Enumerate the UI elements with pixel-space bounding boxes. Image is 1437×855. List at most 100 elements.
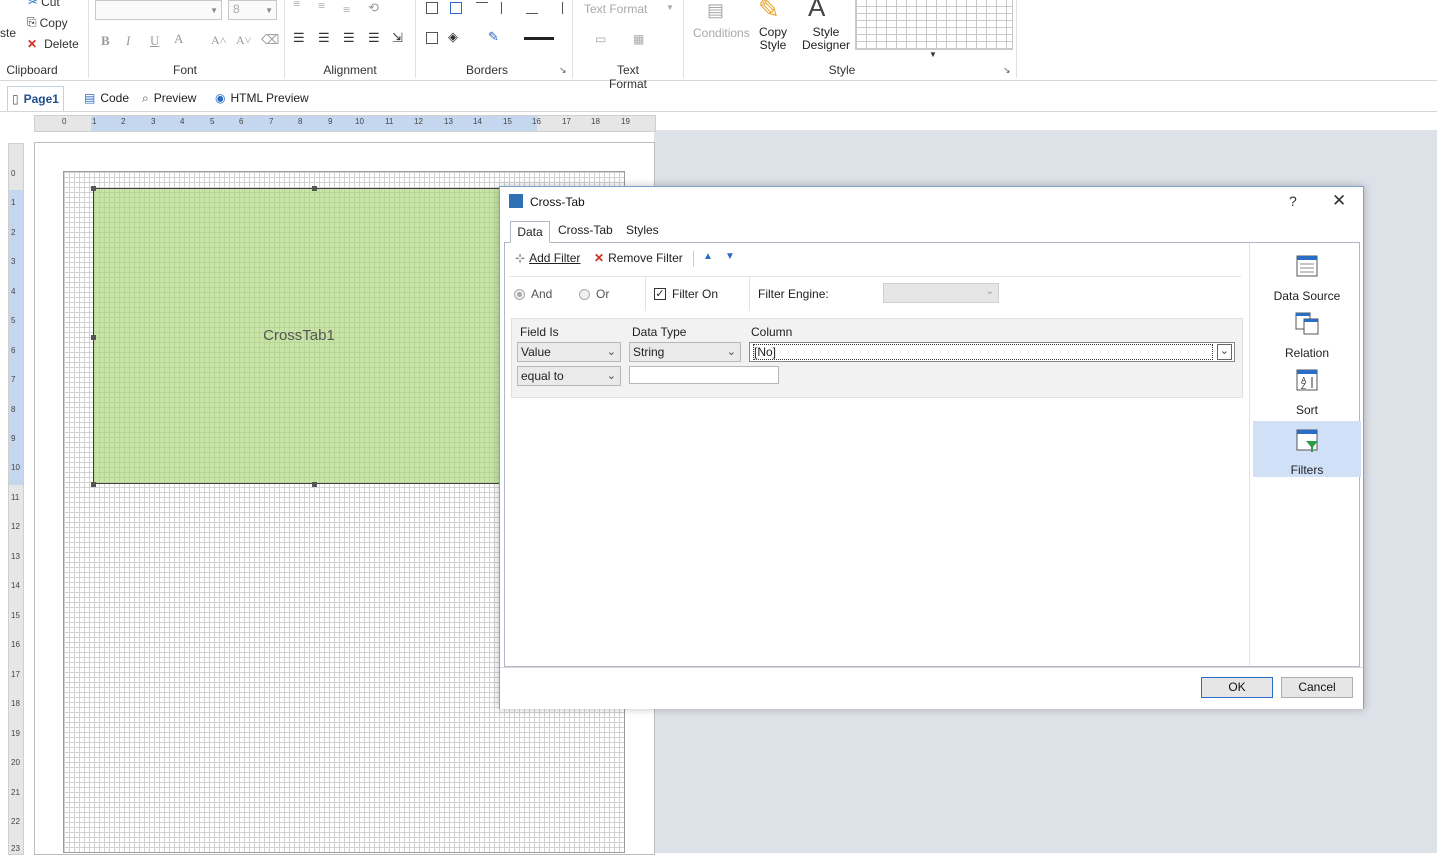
move-down-icon[interactable]: ▼	[725, 251, 735, 262]
borders-group-label: Borders	[465, 63, 509, 77]
dialog-footer: OK Cancel	[500, 667, 1363, 709]
conditions-icon: ▤	[707, 0, 725, 20]
filter-value-input[interactable]	[629, 366, 779, 384]
left-border-icon[interactable]	[501, 2, 513, 14]
tab-html-preview[interactable]: ◉ HTML Preview	[215, 86, 309, 110]
no-border-icon[interactable]	[450, 2, 462, 14]
rotate-icon[interactable]: ⟲	[368, 0, 379, 16]
top-border-icon[interactable]	[476, 2, 488, 14]
remove-filter-button[interactable]: ✕ Remove Filter	[594, 251, 683, 265]
radio-icon	[514, 288, 525, 300]
side-item-data-source[interactable]: Data Source	[1253, 253, 1361, 309]
grow-font-icon[interactable]: A˄	[211, 33, 226, 48]
font-size-combo[interactable]: 8 ▼	[228, 0, 277, 20]
resize-handle[interactable]	[312, 482, 317, 487]
relation-icon	[1295, 312, 1319, 335]
side-item-filters[interactable]: Filters	[1253, 421, 1361, 477]
ruler-label: 19	[621, 117, 630, 126]
move-up-icon[interactable]: ▲	[703, 251, 713, 262]
horizontal-ruler: 0 1 2 3 4 5 6 7 8 9 10 11 12 13 14 15 16…	[34, 115, 656, 132]
resize-handle[interactable]	[91, 482, 96, 487]
border-style-icon[interactable]	[524, 37, 554, 40]
tab-code[interactable]: ▤ Code	[84, 86, 129, 110]
align-left-icon[interactable]: ☰	[293, 30, 305, 46]
resize-handle[interactable]	[91, 335, 96, 340]
ruler-label: 11	[385, 117, 394, 126]
tab-cross-tab[interactable]: Cross-Tab	[558, 223, 613, 237]
tab-data[interactable]: Data	[510, 221, 550, 243]
side-item-relation[interactable]: Relation	[1253, 310, 1361, 366]
align-center-icon[interactable]: ☰	[318, 30, 330, 46]
right-border-icon[interactable]	[551, 2, 563, 14]
bottom-border-icon[interactable]	[526, 2, 538, 14]
font-color-icon[interactable]: A	[174, 31, 183, 47]
gallery-expand-icon[interactable]: ▼	[929, 50, 937, 59]
format-alt-icon[interactable]: ▦	[633, 32, 644, 46]
underline-icon[interactable]: U	[150, 33, 159, 49]
tab-page1[interactable]: ▯ Page1	[7, 86, 64, 111]
ruler-label: 4	[11, 287, 16, 296]
ruler-label: 8	[11, 405, 16, 414]
align-top-icon[interactable]: ≡	[293, 0, 300, 12]
ruler-label: 17	[562, 117, 571, 126]
dialog-launcher-icon[interactable]: ↘	[1003, 65, 1011, 76]
text-format-combo[interactable]: Text Format	[584, 2, 647, 16]
chevron-down-icon[interactable]: ⌄	[1216, 344, 1232, 360]
cut-button[interactable]: ✂ Cut	[28, 0, 60, 9]
dialog-title: Cross-Tab	[530, 195, 585, 209]
ruler-label: 20	[11, 758, 20, 767]
copy-style-button[interactable]: Copy Style	[759, 26, 787, 52]
filter-engine-select[interactable]: ⌄	[883, 283, 999, 303]
justify-icon[interactable]: ☰	[368, 30, 380, 46]
tab-preview[interactable]: ⌕ Preview	[142, 86, 196, 110]
side-item-sort[interactable]: AZ Sort	[1253, 367, 1361, 423]
condition-select[interactable]: equal to ⌄	[517, 366, 621, 386]
data-type-value: String	[633, 345, 665, 359]
shadow-border-icon[interactable]	[426, 32, 438, 44]
field-is-select[interactable]: Value ⌄	[517, 342, 621, 362]
crosstab-component[interactable]: CrossTab1	[93, 188, 505, 484]
fill-color-icon[interactable]: ◈	[448, 29, 458, 45]
bold-icon[interactable]: B	[101, 33, 110, 49]
resize-handle[interactable]	[91, 186, 96, 191]
help-button[interactable]: ?	[1289, 193, 1297, 209]
align-bottom-icon[interactable]: ≡	[343, 2, 350, 18]
tab-styles[interactable]: Styles	[626, 223, 659, 237]
or-label: Or	[596, 287, 610, 301]
ruler-label: 5	[210, 117, 215, 126]
paste-button[interactable]: ste	[0, 26, 16, 40]
align-right-icon[interactable]: ☰	[343, 30, 355, 46]
dialog-launcher-icon[interactable]: ↘	[559, 65, 567, 76]
italic-icon[interactable]: I	[126, 33, 130, 49]
ok-button[interactable]: OK	[1201, 677, 1273, 698]
style-gallery[interactable]	[855, 0, 1013, 50]
remove-icon: ✕	[594, 251, 605, 265]
border-color-icon[interactable]: ✎	[488, 29, 499, 45]
font-name-combo[interactable]: ▼	[95, 0, 222, 20]
or-radio[interactable]: Or	[579, 287, 609, 301]
copy-button[interactable]: ⎘ Copy	[27, 15, 68, 30]
tab-label: Cross-Tab	[558, 223, 613, 237]
close-button[interactable]: ✕	[1332, 191, 1346, 211]
word-wrap-icon[interactable]: ⇲	[392, 30, 403, 46]
filter-on-checkbox[interactable]: ✓ Filter On	[654, 287, 718, 301]
add-filter-button[interactable]: ⊹ Add Filter	[515, 251, 580, 265]
delete-button[interactable]: ✕ Delete	[27, 37, 79, 51]
ruler-label: 14	[11, 581, 20, 590]
align-middle-icon[interactable]: ≡	[318, 0, 325, 14]
data-type-header: Data Type	[632, 325, 687, 339]
format-icon[interactable]: ▭	[595, 32, 606, 46]
all-borders-icon[interactable]	[426, 2, 438, 14]
shrink-font-icon[interactable]: A˅	[236, 33, 251, 48]
and-radio[interactable]: And	[514, 287, 552, 301]
resize-handle[interactable]	[312, 186, 317, 191]
chevron-down-icon: ▼	[210, 6, 218, 15]
eraser-icon[interactable]: ⌫	[261, 32, 279, 48]
data-type-select[interactable]: String ⌄	[629, 342, 741, 362]
cancel-button[interactable]: Cancel	[1281, 677, 1353, 698]
column-combo[interactable]: [No] ⌄	[749, 342, 1235, 362]
style-designer-button[interactable]: Style Designer	[802, 26, 850, 52]
conditions-button[interactable]: Conditions	[693, 26, 750, 40]
font-group-label: Font	[172, 63, 197, 77]
tab-label: Code	[100, 91, 130, 105]
